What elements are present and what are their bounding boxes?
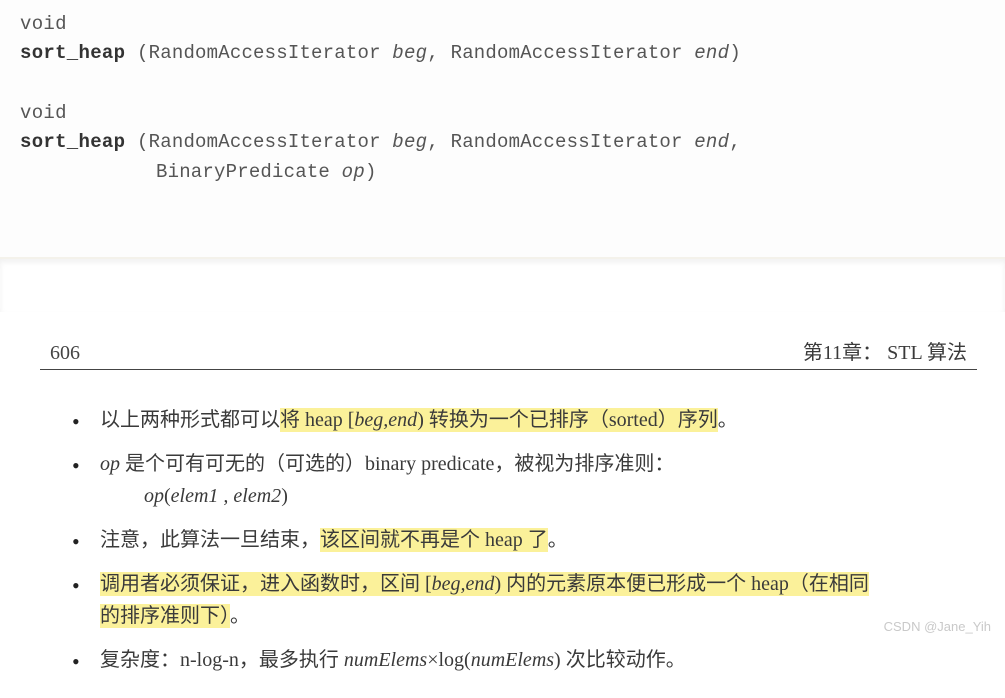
italic-range: beg,end [432, 573, 495, 595]
italic-range: beg,end [354, 409, 417, 431]
italic-op: op [100, 453, 120, 475]
paren-close: ) [365, 161, 377, 183]
param-end: end [694, 42, 729, 64]
text: 。 [718, 409, 738, 431]
bullet-list: 以上两种形式都可以将 heap [beg,end) 转换为一个已排序（sorte… [40, 404, 977, 676]
page-body: 606 第11章： STL 算法 以上两种形式都可以将 heap [beg,en… [0, 312, 1005, 698]
param-end: end [694, 131, 729, 153]
page-header: 606 第11章： STL 算法 [40, 336, 977, 370]
page-number: 606 [50, 342, 80, 365]
highlight: 调用者必须保证，进入函数时，区间 [beg,end) 内的元素原本便已形成一个 … [100, 572, 869, 596]
param-op: op [342, 161, 365, 183]
sub-expression: op(elem1 , elem2) [100, 480, 977, 512]
sig2-decl-line2: BinaryPredicate op) [20, 158, 985, 187]
text: 以上两种形式都可以 [100, 409, 280, 431]
text: ) 次比较动作。 [554, 649, 686, 671]
signature-2: void sort_heap (RandomAccessIterator beg… [20, 99, 985, 187]
param-type: BinaryPredicate [156, 161, 342, 183]
text: 注意，此算法一旦结束， [100, 529, 320, 551]
italic-var: numElems [344, 649, 427, 671]
text: 。 [548, 529, 568, 551]
param-type: , RandomAccessIterator [427, 131, 694, 153]
text: 是个可有可无的（可选的）binary predicate，被视为排序准则： [120, 453, 674, 475]
param-beg: beg [392, 42, 427, 64]
page-gap [0, 257, 1005, 312]
text: 复杂度：n-log-n，最多执行 [100, 649, 344, 671]
param-beg: beg [392, 131, 427, 153]
highlight: 的排序准则下） [100, 604, 230, 628]
text: 。 [230, 605, 250, 627]
highlight: 该区间就不再是个 heap 了 [320, 528, 548, 552]
comma: , [729, 131, 741, 153]
return-type: void [20, 10, 67, 39]
signature-section: void sort_heap (RandomAccessIterator beg… [0, 0, 1005, 257]
italic-var: numElems [471, 649, 554, 671]
function-name: sort_heap [20, 42, 125, 64]
function-name: sort_heap [20, 131, 125, 153]
bullet-item-5: 复杂度：n-log-n，最多执行 numElems×log(numElems) … [70, 644, 977, 676]
sig2-return: void [20, 99, 985, 128]
bullet-item-2: op 是个可有可无的（可选的）binary predicate，被视为排序准则：… [70, 448, 977, 512]
signature-1: void sort_heap (RandomAccessIterator beg… [20, 10, 985, 69]
paren-close: ) [729, 42, 741, 64]
param-type: (RandomAccessIterator [137, 131, 392, 153]
text: ×log( [427, 649, 471, 671]
param-type: (RandomAccessIterator [137, 42, 392, 64]
bullet-item-1: 以上两种形式都可以将 heap [beg,end) 转换为一个已排序（sorte… [70, 404, 977, 436]
highlight: 将 heap [beg,end) 转换为一个已排序（sorted）序列 [280, 408, 718, 432]
sig2-decl-line1: sort_heap (RandomAccessIterator beg, Ran… [20, 128, 985, 157]
bullet-item-4: 调用者必须保证，进入函数时，区间 [beg,end) 内的元素原本便已形成一个 … [70, 568, 977, 632]
chapter-title: 第11章： STL 算法 [803, 336, 967, 365]
sig1-decl: sort_heap (RandomAccessIterator beg, Ran… [20, 39, 985, 68]
param-type: , RandomAccessIterator [427, 42, 694, 64]
watermark: CSDN @Jane_Yih [884, 619, 991, 634]
bullet-item-3: 注意，此算法一旦结束，该区间就不再是个 heap 了。 [70, 524, 977, 556]
sig1-return: void [20, 10, 985, 39]
return-type: void [20, 99, 67, 128]
